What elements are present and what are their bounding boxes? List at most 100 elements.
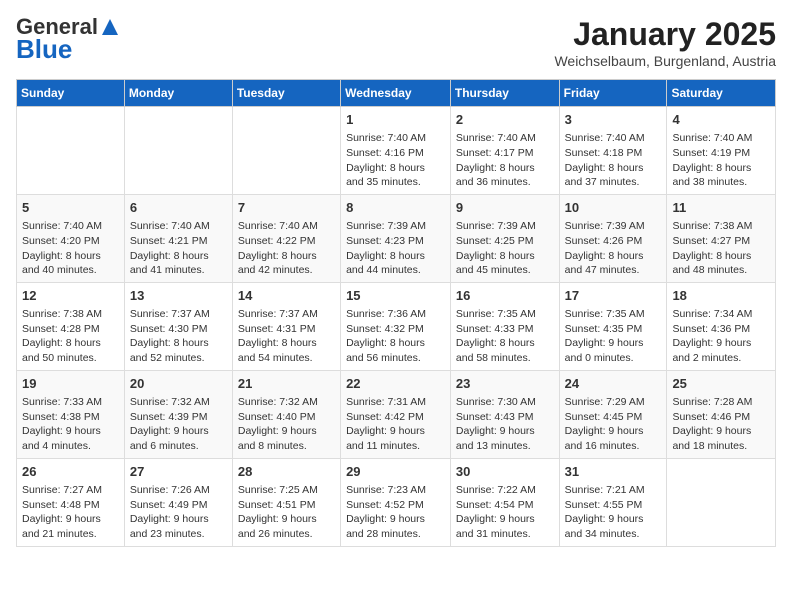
day-info: Sunrise: 7:32 AM Sunset: 4:39 PM Dayligh… bbox=[130, 395, 227, 454]
day-info: Sunrise: 7:30 AM Sunset: 4:43 PM Dayligh… bbox=[456, 395, 554, 454]
day-number: 28 bbox=[238, 463, 335, 481]
calendar-week-row: 12 Sunrise: 7:38 AM Sunset: 4:28 PM Dayli… bbox=[17, 282, 776, 370]
day-number: 6 bbox=[130, 199, 227, 217]
calendar-week-row: 1 Sunrise: 7:40 AM Sunset: 4:16 PM Daylig… bbox=[17, 107, 776, 195]
day-info: Sunrise: 7:29 AM Sunset: 4:45 PM Dayligh… bbox=[565, 395, 662, 454]
calendar-day-cell: 18 Sunrise: 7:34 AM Sunset: 4:36 PM Dayli… bbox=[667, 282, 776, 370]
day-number: 20 bbox=[130, 375, 227, 393]
calendar-day-cell: 14 Sunrise: 7:37 AM Sunset: 4:31 PM Dayli… bbox=[232, 282, 340, 370]
day-info: Sunrise: 7:39 AM Sunset: 4:23 PM Dayligh… bbox=[346, 219, 445, 278]
calendar-day-cell bbox=[17, 107, 125, 195]
day-info: Sunrise: 7:40 AM Sunset: 4:17 PM Dayligh… bbox=[456, 131, 554, 190]
day-number: 29 bbox=[346, 463, 445, 481]
calendar-day-cell: 30 Sunrise: 7:22 AM Sunset: 4:54 PM Dayli… bbox=[450, 458, 559, 546]
calendar-week-row: 26 Sunrise: 7:27 AM Sunset: 4:48 PM Dayli… bbox=[17, 458, 776, 546]
day-number: 23 bbox=[456, 375, 554, 393]
day-number: 26 bbox=[22, 463, 119, 481]
day-info: Sunrise: 7:35 AM Sunset: 4:35 PM Dayligh… bbox=[565, 307, 662, 366]
logo-blue-text: Blue bbox=[16, 36, 72, 62]
day-number: 1 bbox=[346, 111, 445, 129]
day-info: Sunrise: 7:27 AM Sunset: 4:48 PM Dayligh… bbox=[22, 483, 119, 542]
calendar-day-cell: 27 Sunrise: 7:26 AM Sunset: 4:49 PM Dayli… bbox=[124, 458, 232, 546]
calendar-day-cell: 31 Sunrise: 7:21 AM Sunset: 4:55 PM Dayli… bbox=[559, 458, 667, 546]
calendar-day-cell: 19Sunrise: 7:33 AM Sunset: 4:38 PM Dayli… bbox=[17, 370, 125, 458]
calendar-day-cell: 2 Sunrise: 7:40 AM Sunset: 4:17 PM Daylig… bbox=[450, 107, 559, 195]
day-info: Sunrise: 7:23 AM Sunset: 4:52 PM Dayligh… bbox=[346, 483, 445, 542]
day-info: Sunrise: 7:39 AM Sunset: 4:26 PM Dayligh… bbox=[565, 219, 662, 278]
day-number: 8 bbox=[346, 199, 445, 217]
day-number: 22 bbox=[346, 375, 445, 393]
calendar-day-cell: 6 Sunrise: 7:40 AM Sunset: 4:21 PM Daylig… bbox=[124, 194, 232, 282]
calendar-day-cell: 22 Sunrise: 7:31 AM Sunset: 4:42 PM Dayli… bbox=[341, 370, 451, 458]
month-title: January 2025 bbox=[554, 16, 776, 53]
day-number: 2 bbox=[456, 111, 554, 129]
weekday-header-cell: Thursday bbox=[450, 80, 559, 107]
calendar-day-cell: 10 Sunrise: 7:39 AM Sunset: 4:26 PM Dayli… bbox=[559, 194, 667, 282]
calendar-day-cell bbox=[667, 458, 776, 546]
calendar-day-cell: 9Sunrise: 7:39 AM Sunset: 4:25 PM Daylig… bbox=[450, 194, 559, 282]
day-number: 31 bbox=[565, 463, 662, 481]
day-info: Sunrise: 7:38 AM Sunset: 4:27 PM Dayligh… bbox=[672, 219, 770, 278]
day-number: 16 bbox=[456, 287, 554, 305]
calendar-day-cell: 16 Sunrise: 7:35 AM Sunset: 4:33 PM Dayli… bbox=[450, 282, 559, 370]
day-info: Sunrise: 7:40 AM Sunset: 4:19 PM Dayligh… bbox=[672, 131, 770, 190]
calendar-body: 1 Sunrise: 7:40 AM Sunset: 4:16 PM Daylig… bbox=[17, 107, 776, 547]
calendar-day-cell: 26 Sunrise: 7:27 AM Sunset: 4:48 PM Dayli… bbox=[17, 458, 125, 546]
day-number: 15 bbox=[346, 287, 445, 305]
calendar-day-cell: 13 Sunrise: 7:37 AM Sunset: 4:30 PM Dayli… bbox=[124, 282, 232, 370]
day-number: 10 bbox=[565, 199, 662, 217]
day-number: 11 bbox=[672, 199, 770, 217]
calendar-day-cell: 21 Sunrise: 7:32 AM Sunset: 4:40 PM Dayli… bbox=[232, 370, 340, 458]
calendar-day-cell: 20 Sunrise: 7:32 AM Sunset: 4:39 PM Dayli… bbox=[124, 370, 232, 458]
day-info: Sunrise: 7:21 AM Sunset: 4:55 PM Dayligh… bbox=[565, 483, 662, 542]
calendar-day-cell bbox=[124, 107, 232, 195]
day-number: 4 bbox=[672, 111, 770, 129]
day-number: 3 bbox=[565, 111, 662, 129]
calendar-day-cell: 4 Sunrise: 7:40 AM Sunset: 4:19 PM Daylig… bbox=[667, 107, 776, 195]
day-info: Sunrise: 7:40 AM Sunset: 4:18 PM Dayligh… bbox=[565, 131, 662, 190]
day-number: 14 bbox=[238, 287, 335, 305]
day-info: Sunrise: 7:37 AM Sunset: 4:30 PM Dayligh… bbox=[130, 307, 227, 366]
calendar-day-cell: 25 Sunrise: 7:28 AM Sunset: 4:46 PM Dayli… bbox=[667, 370, 776, 458]
weekday-header-row: SundayMondayTuesdayWednesdayThursdayFrid… bbox=[17, 80, 776, 107]
calendar-day-cell: 15Sunrise: 7:36 AM Sunset: 4:32 PM Dayli… bbox=[341, 282, 451, 370]
day-info: Sunrise: 7:35 AM Sunset: 4:33 PM Dayligh… bbox=[456, 307, 554, 366]
day-number: 7 bbox=[238, 199, 335, 217]
day-number: 5 bbox=[22, 199, 119, 217]
calendar-day-cell: 8 Sunrise: 7:39 AM Sunset: 4:23 PM Daylig… bbox=[341, 194, 451, 282]
day-info: Sunrise: 7:26 AM Sunset: 4:49 PM Dayligh… bbox=[130, 483, 227, 542]
day-info: Sunrise: 7:37 AM Sunset: 4:31 PM Dayligh… bbox=[238, 307, 335, 366]
calendar-day-cell: 7Sunrise: 7:40 AM Sunset: 4:22 PM Daylig… bbox=[232, 194, 340, 282]
day-info: Sunrise: 7:31 AM Sunset: 4:42 PM Dayligh… bbox=[346, 395, 445, 454]
calendar-day-cell bbox=[232, 107, 340, 195]
calendar-day-cell: 29 Sunrise: 7:23 AM Sunset: 4:52 PM Dayli… bbox=[341, 458, 451, 546]
day-info: Sunrise: 7:38 AM Sunset: 4:28 PM Dayligh… bbox=[22, 307, 119, 366]
calendar-table: SundayMondayTuesdayWednesdayThursdayFrid… bbox=[16, 79, 776, 547]
day-number: 18 bbox=[672, 287, 770, 305]
day-number: 25 bbox=[672, 375, 770, 393]
day-info: Sunrise: 7:28 AM Sunset: 4:46 PM Dayligh… bbox=[672, 395, 770, 454]
calendar-day-cell: 1 Sunrise: 7:40 AM Sunset: 4:16 PM Daylig… bbox=[341, 107, 451, 195]
day-number: 13 bbox=[130, 287, 227, 305]
day-info: Sunrise: 7:40 AM Sunset: 4:21 PM Dayligh… bbox=[130, 219, 227, 278]
day-number: 12 bbox=[22, 287, 119, 305]
day-number: 21 bbox=[238, 375, 335, 393]
day-number: 24 bbox=[565, 375, 662, 393]
calendar-day-cell: 28 Sunrise: 7:25 AM Sunset: 4:51 PM Dayli… bbox=[232, 458, 340, 546]
weekday-header-cell: Wednesday bbox=[341, 80, 451, 107]
day-number: 27 bbox=[130, 463, 227, 481]
day-number: 19 bbox=[22, 375, 119, 393]
day-info: Sunrise: 7:40 AM Sunset: 4:16 PM Dayligh… bbox=[346, 131, 445, 190]
calendar-day-cell: 11 Sunrise: 7:38 AM Sunset: 4:27 PM Dayli… bbox=[667, 194, 776, 282]
calendar-week-row: 19Sunrise: 7:33 AM Sunset: 4:38 PM Dayli… bbox=[17, 370, 776, 458]
day-info: Sunrise: 7:32 AM Sunset: 4:40 PM Dayligh… bbox=[238, 395, 335, 454]
weekday-header-cell: Saturday bbox=[667, 80, 776, 107]
day-info: Sunrise: 7:39 AM Sunset: 4:25 PM Dayligh… bbox=[456, 219, 554, 278]
day-info: Sunrise: 7:25 AM Sunset: 4:51 PM Dayligh… bbox=[238, 483, 335, 542]
day-info: Sunrise: 7:40 AM Sunset: 4:20 PM Dayligh… bbox=[22, 219, 119, 278]
day-number: 30 bbox=[456, 463, 554, 481]
day-info: Sunrise: 7:34 AM Sunset: 4:36 PM Dayligh… bbox=[672, 307, 770, 366]
day-info: Sunrise: 7:22 AM Sunset: 4:54 PM Dayligh… bbox=[456, 483, 554, 542]
calendar-day-cell: 5 Sunrise: 7:40 AM Sunset: 4:20 PM Daylig… bbox=[17, 194, 125, 282]
logo: General Blue bbox=[16, 16, 120, 62]
